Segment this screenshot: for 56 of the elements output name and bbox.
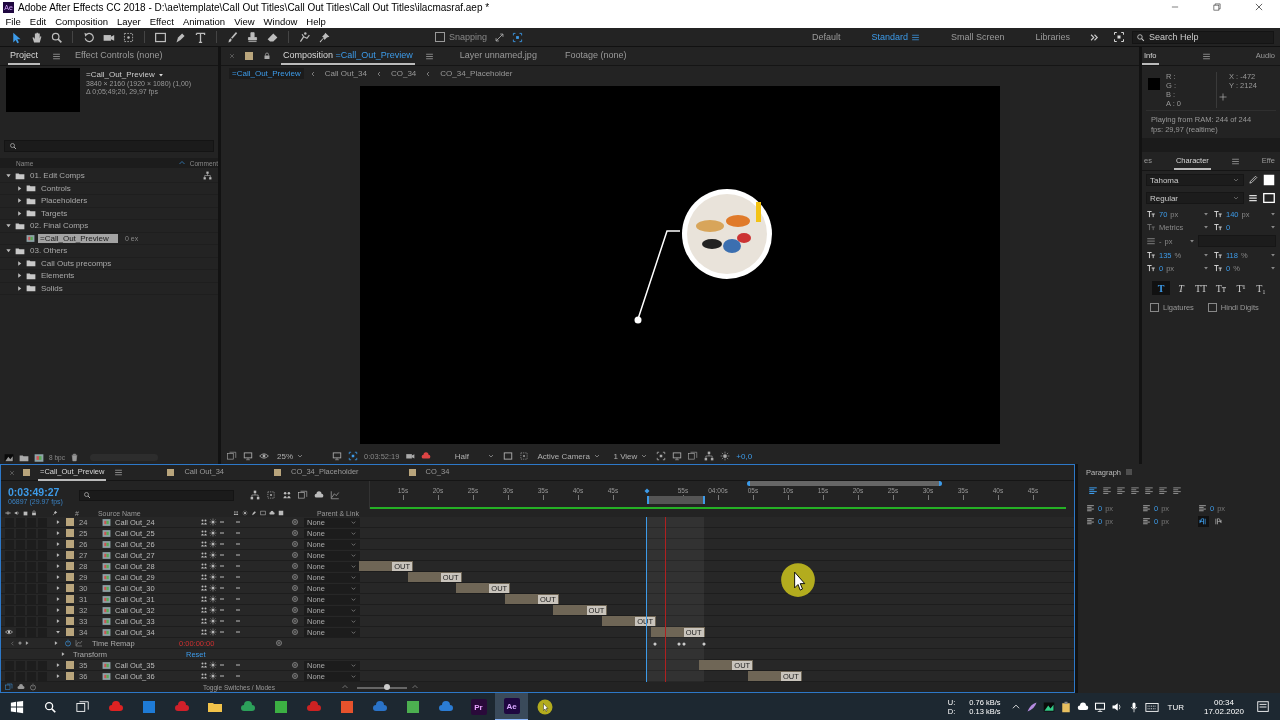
text-style-button[interactable]: Tт bbox=[1212, 281, 1230, 295]
workspace-tab[interactable]: Default bbox=[811, 32, 841, 42]
panel-tab[interactable]: Project bbox=[8, 47, 40, 65]
tree-item[interactable]: 03. Others bbox=[28, 246, 70, 256]
text-style-button[interactable]: T¹ bbox=[1232, 281, 1250, 295]
tree-item[interactable]: Targets bbox=[39, 208, 70, 218]
breadcrumb[interactable]: =Call_Out_Preview bbox=[229, 68, 304, 79]
tree-item[interactable]: Call Outs precomps bbox=[39, 258, 114, 268]
workspace-tab[interactable]: Standard bbox=[871, 32, 908, 42]
menu-item[interactable]: Composition bbox=[50, 15, 113, 27]
window-title: Adobe After Effects CC 2018 - D:\ae\template\Call Out Titles\Call Out Titles\Call Out Titles\ilacmasraf.aep * bbox=[18, 1, 491, 13]
language-indicator[interactable]: TUR bbox=[1167, 702, 1184, 712]
clock[interactable]: 00:34 17.02.2020 bbox=[1203, 698, 1244, 716]
menu-item[interactable]: Edit bbox=[25, 15, 51, 27]
panel-tab[interactable]: Layer unnamed.jpg bbox=[457, 47, 539, 65]
comp-name: =Call_Out_Preview bbox=[86, 70, 155, 79]
menu-item[interactable]: Window bbox=[259, 15, 302, 27]
search-field[interactable]: Search Help bbox=[1132, 30, 1274, 44]
tree-item[interactable]: =Call_Out_Preview bbox=[38, 233, 118, 243]
menu-item[interactable]: View bbox=[229, 15, 260, 27]
menu-item[interactable]: Layer bbox=[112, 15, 146, 27]
panel-tab[interactable]: Effect Controls (none) bbox=[73, 47, 165, 65]
font-style-dropdown[interactable]: Regular bbox=[1146, 192, 1244, 204]
breadcrumb[interactable]: Call Out_34 bbox=[321, 68, 370, 79]
tree-item[interactable]: Solids bbox=[39, 283, 65, 293]
taskbar-app[interactable]: Pr bbox=[462, 693, 495, 720]
text-style-button[interactable]: T bbox=[1172, 281, 1190, 295]
panel-tab[interactable]: Composition =Call_Out_Preview bbox=[281, 47, 415, 65]
text-style-button[interactable]: T bbox=[1152, 281, 1170, 295]
clock-time: 00:34 bbox=[1213, 698, 1234, 707]
breadcrumb[interactable]: CO_34 bbox=[387, 68, 420, 79]
tree-item[interactable]: Placeholders bbox=[39, 196, 90, 206]
timecode[interactable]: 0:03:49:27 bbox=[8, 485, 63, 498]
checkbox-label: Snapping bbox=[449, 32, 488, 42]
menu-item[interactable]: Help bbox=[301, 15, 331, 27]
resolution-dropdown[interactable]: Half bbox=[437, 451, 498, 461]
zoom-dropdown[interactable]: 25% bbox=[275, 451, 306, 461]
workspace-tab[interactable]: Libraries bbox=[1035, 32, 1070, 42]
menu-item[interactable]: File bbox=[1, 15, 26, 27]
font-dropdown[interactable]: Tahoma bbox=[1146, 174, 1244, 186]
tree-item[interactable]: Controls bbox=[39, 183, 73, 193]
clock-date: 17.02.2020 bbox=[1203, 707, 1244, 716]
tree-item[interactable]: 01. Edit Comps bbox=[28, 171, 87, 181]
menu-item[interactable]: Effect bbox=[145, 15, 179, 27]
taskbar-app[interactable]: Ae bbox=[495, 693, 528, 720]
breadcrumb[interactable]: CO_34_Placeholder bbox=[437, 68, 516, 79]
text-style-button[interactable]: T₁ bbox=[1252, 281, 1270, 295]
tree-item[interactable]: Elements bbox=[39, 271, 77, 281]
workspace-tab[interactable]: Small Screen bbox=[950, 32, 1005, 42]
tree-item[interactable]: 02. Final Comps bbox=[28, 221, 91, 231]
exposure-value[interactable]: +0,0 bbox=[736, 451, 753, 461]
camera-dropdown[interactable]: Active Camera bbox=[535, 451, 606, 461]
text-style-button[interactable]: TT bbox=[1192, 281, 1210, 295]
menu-item[interactable]: Animation bbox=[178, 15, 230, 27]
panel-tab[interactable]: Footage (none) bbox=[562, 47, 629, 65]
view-layout-dropdown[interactable]: 1 View bbox=[611, 451, 651, 461]
